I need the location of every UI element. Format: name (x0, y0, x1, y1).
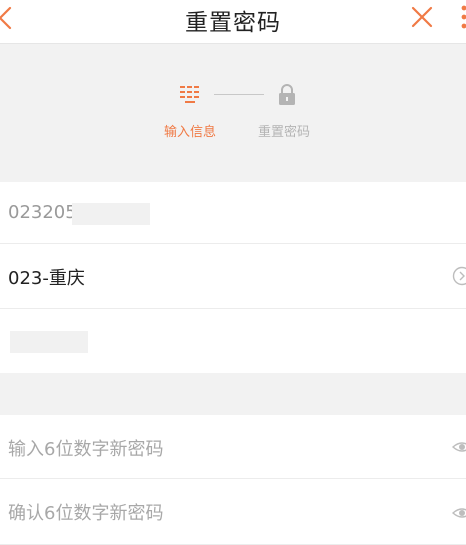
confirm-password-field[interactable]: 确认6位数字新密码 (0, 479, 466, 545)
confirm-password-placeholder: 确认6位数字新密码 (8, 503, 164, 524)
nav-header: 重置密码 (0, 0, 466, 44)
new-password-field[interactable]: 输入6位数字新密码 (0, 415, 466, 479)
account-field[interactable]: 023205 (0, 182, 466, 244)
lock-icon (279, 84, 295, 105)
redaction-mask (72, 203, 150, 225)
more-vertical-icon[interactable] (458, 3, 466, 33)
step-indicator: 输入信息 重置密码 (0, 44, 466, 182)
section-divider (0, 373, 466, 415)
step-connector (214, 94, 264, 95)
chevron-right-circle-icon[interactable] (452, 266, 466, 286)
close-icon[interactable] (410, 5, 434, 29)
keyboard-icon (180, 86, 199, 103)
region-selector[interactable]: 023-重庆 (0, 244, 466, 309)
new-password-placeholder: 输入6位数字新密码 (8, 439, 164, 460)
eye-icon[interactable] (452, 437, 466, 457)
redaction-mask (10, 331, 88, 353)
region-value: 023-重庆 (8, 268, 85, 289)
account-value: 023205 (8, 202, 77, 223)
reset-password-screen: 重置密码 输入信息 重置密码 023205 023-重庆 输入6位数字新密码 确… (0, 0, 466, 545)
step-label-reset-password: 重置密码 (258, 125, 311, 140)
step-label-input-info: 输入信息 (164, 125, 217, 140)
eye-icon[interactable] (452, 503, 466, 523)
name-field[interactable] (0, 309, 466, 373)
page-title: 重置密码 (185, 10, 281, 36)
